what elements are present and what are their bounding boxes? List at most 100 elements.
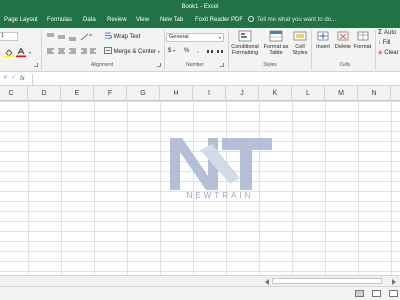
- format-as-table-icon: [269, 30, 283, 42]
- scroll-left-icon[interactable]: [265, 279, 269, 285]
- alignment-dialog-launcher[interactable]: [157, 63, 161, 67]
- font-dialog-launcher[interactable]: [34, 63, 38, 67]
- number-dialog-launcher[interactable]: [220, 63, 224, 67]
- column-header-i[interactable]: I: [193, 86, 226, 101]
- font-size-combo[interactable]: 1: [0, 32, 18, 41]
- page-break-view-icon[interactable]: [389, 290, 398, 297]
- cells-group-label: Cells: [339, 62, 351, 68]
- tell-me-box[interactable]: Tell me what you want to do...: [248, 14, 336, 28]
- wrap-text-icon: [105, 32, 112, 39]
- fill-color-button[interactable]: [4, 48, 14, 59]
- tab-formulas[interactable]: Formulas: [47, 14, 72, 28]
- scroll-right-icon[interactable]: [392, 279, 396, 285]
- fill-label: Fill: [382, 40, 391, 46]
- number-format-value: General: [169, 34, 189, 40]
- group-separator: [164, 30, 165, 70]
- decimal-icons[interactable]: [206, 47, 226, 55]
- tell-me-text: Tell me what you want to do...: [257, 17, 337, 23]
- title-bar: Book1 - Excel: [0, 0, 400, 14]
- column-header-c[interactable]: C: [0, 86, 28, 101]
- alignment-group-label: Alignment: [90, 62, 114, 68]
- page-layout-view-icon[interactable]: [372, 290, 381, 297]
- cancel-icon[interactable]: ✕: [3, 74, 8, 81]
- orientation-icon[interactable]: [80, 33, 96, 41]
- autosum-button[interactable]: Σ Auto: [378, 29, 396, 37]
- scrollbar-thumb[interactable]: [272, 278, 382, 284]
- column-header-n[interactable]: N: [358, 86, 391, 101]
- normal-view-icon[interactable]: [355, 290, 364, 297]
- horizontal-scrollbar[interactable]: [0, 275, 400, 286]
- number-format-combo[interactable]: General ▾: [166, 33, 224, 42]
- format-button[interactable]: Format: [352, 30, 373, 50]
- comma-button[interactable]: ,: [197, 47, 199, 55]
- column-header-d[interactable]: D: [28, 86, 61, 101]
- watermark-text: NEWTRAIN: [186, 191, 254, 200]
- cell-styles-button[interactable]: Cell Styles: [291, 30, 309, 56]
- window-title: Book1 - Excel: [181, 4, 219, 10]
- merge-center-button[interactable]: Merge & Center ▾: [104, 47, 160, 56]
- font-size-value: 1: [1, 33, 5, 39]
- column-header-l[interactable]: L: [292, 86, 325, 101]
- currency-button[interactable]: $ ▾: [168, 47, 175, 55]
- format-as-table-label-2: Table: [269, 50, 283, 56]
- styles-group-label: Styles: [263, 62, 277, 68]
- column-header-j[interactable]: J: [226, 86, 259, 101]
- column-header-f[interactable]: F: [94, 86, 127, 101]
- fill-button[interactable]: ↓ Fill: [378, 39, 390, 47]
- group-separator: [311, 30, 312, 70]
- wrap-text-label: Wrap Text: [113, 34, 141, 40]
- currency-symbol: $: [168, 48, 172, 54]
- tab-foxit-reader-pdf[interactable]: Foxit Reader PDF: [195, 14, 243, 28]
- delete-button[interactable]: Delete: [333, 30, 353, 50]
- merge-dropdown-icon[interactable]: ▾: [158, 49, 160, 54]
- delete-cells-icon: [337, 31, 349, 41]
- indent-icons[interactable]: [80, 48, 98, 56]
- column-header-k[interactable]: K: [259, 86, 292, 101]
- insert-function-button[interactable]: fx: [20, 74, 25, 84]
- number-group-label: Number: [186, 62, 204, 68]
- horizontal-align-icons[interactable]: [46, 48, 76, 56]
- tab-page-layout[interactable]: Page Layout: [4, 14, 38, 28]
- tab-view[interactable]: View: [136, 14, 149, 28]
- formula-bar: ✕ ✓ fx: [0, 73, 400, 86]
- insert-button[interactable]: Insert: [313, 30, 333, 50]
- comma-symbol: ,: [197, 48, 199, 54]
- column-header-m[interactable]: M: [325, 86, 358, 101]
- conditional-formatting-label-2: Formatting: [231, 50, 259, 56]
- column-headers: C D E F G H I J K L M N: [0, 86, 400, 101]
- currency-dropdown-icon: ▾: [173, 48, 176, 53]
- tab-review[interactable]: Review: [107, 14, 127, 28]
- percent-symbol: %: [184, 48, 190, 54]
- vertical-align-icons[interactable]: [46, 33, 76, 41]
- format-label: Format: [353, 44, 372, 50]
- font-color-button[interactable]: [16, 48, 26, 59]
- font-color-dropdown-icon[interactable]: ▾: [29, 50, 31, 56]
- cell-styles-icon: [293, 31, 307, 41]
- lightbulb-icon: [248, 16, 254, 22]
- group-separator: [375, 30, 376, 70]
- tab-data[interactable]: Data: [83, 14, 96, 28]
- confirm-icon[interactable]: ✓: [11, 74, 16, 81]
- insert-label: Insert: [316, 44, 330, 50]
- insert-cells-icon: [317, 31, 329, 41]
- conditional-formatting-button[interactable]: Conditional Formatting: [230, 30, 260, 56]
- group-separator: [41, 30, 42, 70]
- clear-button[interactable]: ◈ Clear: [378, 49, 399, 57]
- eraser-icon: ◈: [378, 50, 383, 56]
- merge-center-label: Merge & Center: [113, 49, 157, 55]
- clear-label: Clear: [384, 50, 399, 56]
- fill-color-icon: [4, 49, 14, 57]
- cell-styles-label-2: Styles: [292, 50, 308, 56]
- percent-button[interactable]: %: [184, 47, 189, 55]
- formula-input[interactable]: [32, 74, 400, 85]
- wrap-text-button[interactable]: Wrap Text: [104, 32, 140, 41]
- font-color-icon: [16, 48, 26, 57]
- format-as-table-button[interactable]: Format as Table: [262, 30, 290, 56]
- fill-down-icon: ↓: [378, 40, 381, 46]
- ribbon: 1 ▾ Wrap Text Merge & Center ▾ Alignment…: [0, 28, 400, 72]
- sigma-icon: Σ: [378, 29, 383, 36]
- column-header-g[interactable]: G: [127, 86, 160, 101]
- column-header-h[interactable]: H: [160, 86, 193, 101]
- column-header-e[interactable]: E: [61, 86, 94, 101]
- tab-new-tab[interactable]: New Tab: [160, 14, 183, 28]
